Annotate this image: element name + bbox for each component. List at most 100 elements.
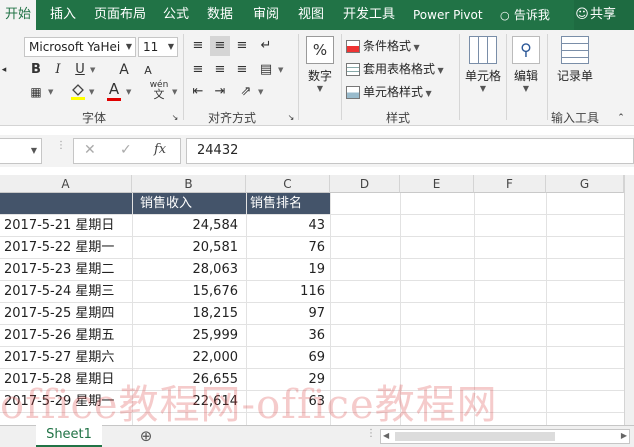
tab-data[interactable]: 数据	[207, 0, 233, 30]
tab-formulas[interactable]: 公式	[163, 0, 189, 30]
tab-developer[interactable]: 开发工具	[343, 0, 395, 30]
tab-page-layout[interactable]: 页面布局	[94, 0, 146, 30]
decrease-indent-icon[interactable]: ⇤	[188, 82, 208, 102]
increase-indent-icon[interactable]: ⇥	[210, 82, 230, 102]
number-format-button[interactable]: % 数字 ▼	[302, 36, 338, 93]
rank-cell[interactable]: 36	[246, 325, 325, 347]
chevron-down-icon[interactable]: ▼	[126, 88, 131, 96]
column-header-d[interactable]: D	[330, 175, 400, 193]
chevron-down-icon[interactable]: ▼	[89, 88, 94, 96]
cancel-icon[interactable]: ✕	[84, 142, 96, 158]
header-cell-a[interactable]	[0, 193, 132, 214]
date-cell[interactable]: 2017-5-23 星期二	[4, 259, 132, 281]
column-header-a[interactable]: A	[0, 175, 132, 193]
tab-power-pivot[interactable]: Power Pivot	[413, 0, 483, 30]
sales-cell[interactable]: 22,000	[132, 347, 239, 369]
tab-view[interactable]: 视图	[298, 0, 324, 30]
chevron-down-icon[interactable]: ▼	[172, 88, 177, 96]
chevron-down-icon[interactable]: ▼	[278, 66, 283, 74]
vertical-scrollbar[interactable]	[624, 175, 634, 425]
phonetic-button[interactable]: wén 文	[146, 80, 172, 100]
rank-cell[interactable]: 76	[246, 237, 325, 259]
format-as-table-button[interactable]: 套用表格格式 ▼	[346, 59, 444, 79]
date-cell[interactable]: 2017-5-28 星期日	[4, 369, 132, 391]
insert-function-button[interactable]: fx	[154, 142, 166, 157]
underline-button[interactable]: U	[70, 60, 90, 80]
sales-cell[interactable]: 20,581	[132, 237, 239, 259]
worksheet-grid[interactable]: A B C D E F G 销售收入 销售排名 2017-5-21 星期日 24…	[0, 175, 634, 425]
sales-cell[interactable]: 25,999	[132, 325, 239, 347]
font-size-combo[interactable]: 11 ▼	[138, 37, 178, 57]
tab-home[interactable]: 开始	[0, 0, 36, 30]
rank-cell[interactable]: 97	[246, 303, 325, 325]
conditional-format-button[interactable]: 条件格式 ▼	[346, 36, 420, 56]
sales-cell[interactable]: 15,676	[132, 281, 239, 303]
date-cell[interactable]: 2017-5-27 星期六	[4, 347, 132, 369]
tell-me-box[interactable]: ○ 告诉我	[500, 0, 550, 30]
rank-cell[interactable]: 116	[246, 281, 325, 303]
dialog-launcher-icon[interactable]: ↘	[286, 108, 296, 128]
sheet-tab-sheet1[interactable]: Sheet1	[36, 425, 102, 447]
cells-button[interactable]: 单元格 ▼	[462, 36, 504, 93]
horizontal-scrollbar[interactable]: ◀ ▶	[380, 429, 630, 444]
align-bottom-icon[interactable]: ≡	[232, 36, 252, 56]
formula-bar-grip-icon[interactable]: ⋮	[56, 141, 66, 151]
merge-center-icon[interactable]: ▤	[256, 60, 276, 80]
scroll-thumb[interactable]	[395, 432, 555, 441]
date-cell[interactable]: 2017-5-26 星期五	[4, 325, 132, 347]
bold-button[interactable]: B	[26, 60, 46, 80]
date-cell[interactable]: 2017-5-25 星期四	[4, 303, 132, 325]
wrap-text-icon[interactable]: ↵	[256, 36, 276, 56]
border-icon[interactable]: ▦	[26, 82, 46, 102]
date-cell[interactable]: 2017-5-24 星期三	[4, 281, 132, 303]
name-box[interactable]: ▼	[0, 138, 42, 164]
editing-button[interactable]: ⚲ 编辑 ▼	[508, 36, 544, 93]
chevron-down-icon[interactable]: ▼	[258, 88, 263, 96]
column-header-f[interactable]: F	[474, 175, 546, 193]
sales-cell[interactable]: 28,063	[132, 259, 239, 281]
scroll-left-icon[interactable]: ◀	[383, 431, 389, 440]
enter-check-icon[interactable]: ✓	[120, 142, 132, 158]
record-form-button[interactable]: 记录单	[552, 36, 598, 84]
sheet-bar-grip-icon[interactable]: ⋮	[366, 428, 376, 439]
cell-styles-button[interactable]: 单元格样式 ▼	[346, 82, 432, 102]
align-right-icon[interactable]: ≡	[232, 60, 252, 80]
align-top-icon[interactable]: ≡	[188, 36, 208, 56]
rank-cell[interactable]: 69	[246, 347, 325, 369]
shrink-font-button[interactable]: A	[138, 61, 158, 81]
add-sheet-button[interactable]: ⊕	[136, 426, 156, 446]
align-left-icon[interactable]: ≡	[188, 60, 208, 80]
align-middle-icon[interactable]: ≡	[210, 36, 230, 56]
column-header-e[interactable]: E	[400, 175, 474, 193]
rank-cell[interactable]: 19	[246, 259, 325, 281]
font-name-combo[interactable]: Microsoft YaHei ▼	[24, 37, 136, 57]
dialog-launcher-icon[interactable]: ↘	[170, 108, 180, 128]
tab-review[interactable]: 审阅	[253, 0, 279, 30]
rank-cell[interactable]: 63	[246, 391, 325, 413]
header-cell-rank[interactable]: 销售排名	[246, 193, 330, 214]
date-cell[interactable]: 2017-5-22 星期一	[4, 237, 132, 259]
ribbon-left-arrow-icon[interactable]: ◂	[0, 60, 8, 80]
date-cell[interactable]: 2017-5-21 星期日	[4, 215, 132, 237]
rank-cell[interactable]: 43	[246, 215, 325, 237]
column-header-c[interactable]: C	[246, 175, 330, 193]
column-header-g[interactable]: G	[546, 175, 624, 193]
chevron-down-icon[interactable]: ▼	[48, 88, 53, 96]
sales-cell[interactable]: 26,655	[132, 369, 239, 391]
font-color-button[interactable]: A	[104, 81, 124, 101]
orientation-icon[interactable]: ⇗	[236, 82, 256, 102]
collapse-ribbon-icon[interactable]: ⌃	[614, 108, 628, 128]
column-header-b[interactable]: B	[132, 175, 246, 193]
grow-font-button[interactable]: A	[114, 60, 134, 80]
formula-input[interactable]: 24432	[186, 138, 634, 164]
italic-button[interactable]: I	[48, 60, 68, 80]
align-center-icon[interactable]: ≡	[210, 60, 230, 80]
chevron-down-icon[interactable]: ▼	[90, 66, 95, 74]
rank-cell[interactable]: 29	[246, 369, 325, 391]
sales-cell[interactable]: 18,215	[132, 303, 239, 325]
sales-cell[interactable]: 24,584	[132, 215, 239, 237]
tab-insert[interactable]: 插入	[50, 0, 76, 30]
fill-color-icon[interactable]	[68, 82, 88, 102]
header-cell-sales[interactable]: 销售收入	[132, 193, 246, 214]
scroll-right-icon[interactable]: ▶	[621, 431, 627, 440]
